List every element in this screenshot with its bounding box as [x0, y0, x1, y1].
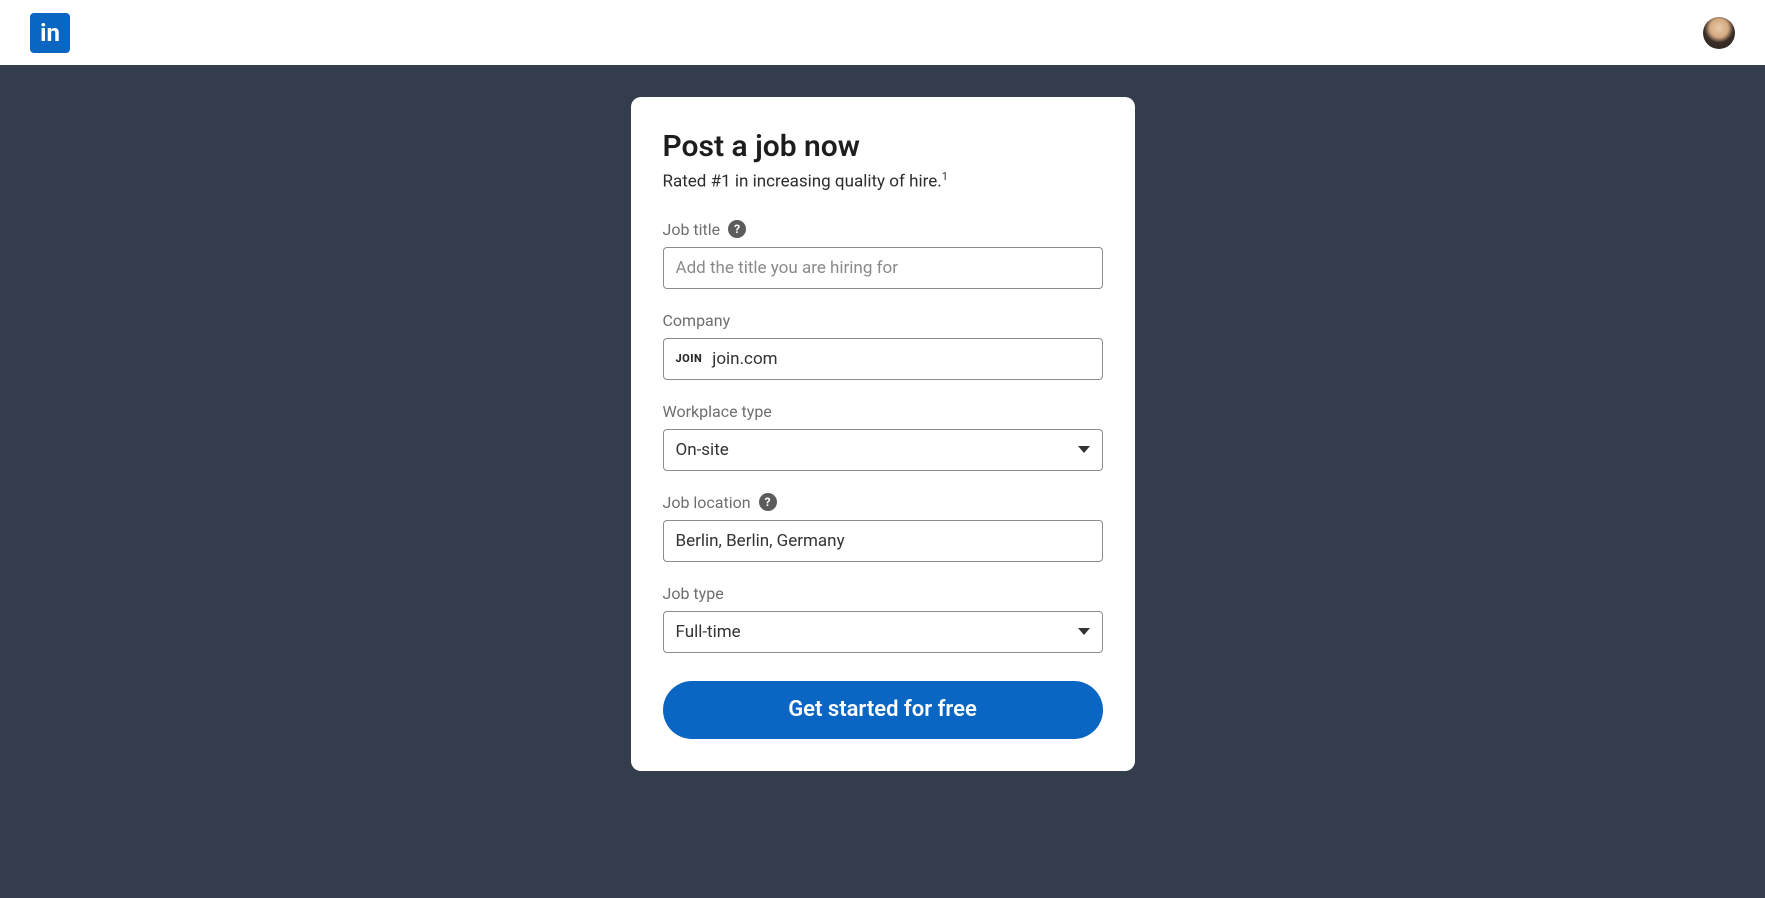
linkedin-logo-text: in — [40, 19, 60, 47]
avatar[interactable] — [1703, 17, 1735, 49]
company-input[interactable]: JOIN join.com — [663, 338, 1103, 380]
job-title-field: Job title ? — [663, 220, 1103, 289]
workplace-type-value: On-site — [676, 440, 729, 460]
header: in — [0, 0, 1765, 65]
company-value: join.com — [712, 349, 777, 369]
job-type-label: Job type — [663, 584, 724, 603]
job-title-label: Job title — [663, 220, 721, 239]
job-location-label-row: Job location ? — [663, 493, 1103, 512]
workplace-type-label-row: Workplace type — [663, 402, 1103, 421]
job-type-select[interactable]: Full-time — [663, 611, 1103, 653]
post-job-card: Post a job now Rated #1 in increasing qu… — [631, 97, 1135, 771]
job-title-input[interactable] — [663, 247, 1103, 289]
card-title: Post a job now — [663, 129, 1103, 164]
card-subtitle-sup: 1 — [942, 170, 948, 183]
company-label-row: Company — [663, 311, 1103, 330]
linkedin-logo[interactable]: in — [30, 13, 70, 53]
workplace-type-select[interactable]: On-site — [663, 429, 1103, 471]
company-field: Company JOIN join.com — [663, 311, 1103, 380]
job-location-field: Job location ? — [663, 493, 1103, 562]
job-title-label-row: Job title ? — [663, 220, 1103, 239]
job-location-input[interactable] — [663, 520, 1103, 562]
company-label: Company — [663, 311, 731, 330]
company-logo-icon: JOIN — [676, 352, 703, 365]
job-location-label: Job location — [663, 493, 751, 512]
job-type-label-row: Job type — [663, 584, 1103, 603]
workplace-type-field: Workplace type On-site — [663, 402, 1103, 471]
get-started-button[interactable]: Get started for free — [663, 681, 1103, 739]
help-icon[interactable]: ? — [759, 493, 777, 511]
job-type-value: Full-time — [676, 622, 741, 642]
job-type-field: Job type Full-time — [663, 584, 1103, 653]
main-area: Post a job now Rated #1 in increasing qu… — [0, 65, 1765, 898]
help-icon[interactable]: ? — [728, 220, 746, 238]
chevron-down-icon — [1078, 628, 1090, 635]
chevron-down-icon — [1078, 446, 1090, 453]
card-subtitle-text: Rated #1 in increasing quality of hire. — [663, 172, 942, 192]
workplace-type-label: Workplace type — [663, 402, 772, 421]
card-subtitle: Rated #1 in increasing quality of hire.1 — [663, 170, 1103, 192]
